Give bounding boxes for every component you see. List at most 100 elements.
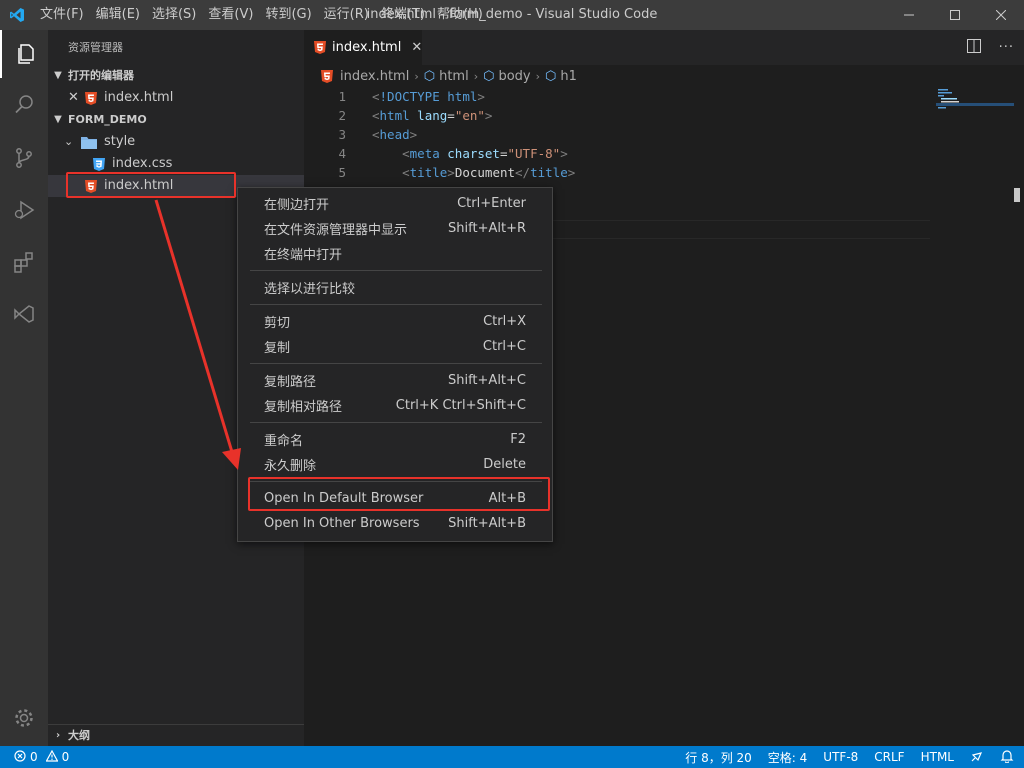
menu-go[interactable]: 转到(G): [259, 0, 317, 30]
problems-status[interactable]: 0 0: [14, 746, 69, 768]
breadcrumb-file[interactable]: index.html: [340, 69, 409, 84]
menu-item-delete[interactable]: 永久删除 Delete: [238, 452, 552, 477]
close-icon[interactable]: ✕: [68, 87, 82, 109]
tab-index-html[interactable]: index.html ✕: [304, 30, 422, 65]
breadcrumb: index.html › ⬡ html › ⬡ body › ⬡ h1: [320, 65, 577, 87]
chevron-right-icon: ›: [55, 730, 61, 741]
menu-terminal[interactable]: 终端(T): [375, 0, 431, 30]
search-icon: [15, 95, 33, 114]
gear-icon: [15, 709, 33, 727]
breadcrumb-html[interactable]: html: [439, 69, 469, 84]
minimize-button[interactable]: [886, 0, 932, 30]
menu-view[interactable]: 查看(V): [202, 0, 259, 30]
cursor-position[interactable]: 行 8，列 20: [685, 749, 752, 766]
menu-separator: [250, 304, 542, 305]
chevron-right-icon: ›: [414, 69, 419, 83]
html5-icon: [84, 91, 98, 105]
chevron-down-icon: ▼: [54, 70, 62, 81]
open-editor-item[interactable]: ✕ index.html: [48, 87, 304, 109]
menu-item-select-for-compare[interactable]: 选择以进行比较: [238, 275, 552, 300]
cube-icon: ⬡: [545, 68, 557, 84]
error-icon: [14, 749, 26, 765]
menu-item-open-other-browsers[interactable]: Open In Other Browsers Shift+Alt+B: [238, 511, 552, 536]
feedback-icon[interactable]: [970, 749, 984, 766]
search-button[interactable]: [0, 80, 48, 128]
window-controls: [886, 0, 1024, 30]
code-line: 5 <title>Document</title>: [338, 165, 576, 180]
breadcrumb-body[interactable]: body: [498, 69, 530, 84]
minimap[interactable]: [936, 87, 1014, 127]
maximize-icon: [950, 10, 960, 20]
activity-bar: [0, 30, 48, 746]
editor-actions: ···: [966, 30, 1014, 65]
chevron-right-icon: ›: [473, 69, 479, 83]
open-editor-label: index.html: [104, 90, 174, 105]
menu-selection[interactable]: 选择(S): [146, 0, 202, 30]
close-tab-icon[interactable]: ✕: [411, 40, 422, 55]
menu-help[interactable]: 帮助(H): [431, 0, 489, 30]
close-window-button[interactable]: [978, 0, 1024, 30]
code-line: 1 <!DOCTYPE html>: [338, 89, 485, 104]
open-editors-header[interactable]: ▼ 打开的编辑器: [48, 65, 304, 87]
line-ending[interactable]: CRLF: [874, 750, 904, 764]
open-editors-label: 打开的编辑器: [68, 69, 134, 82]
editor-tabs: index.html ✕ ···: [304, 30, 1024, 65]
outline-header[interactable]: › 大纲: [48, 724, 304, 746]
menu-item-open-in-terminal[interactable]: 在终端中打开: [238, 241, 552, 266]
explorer-title: 资源管理器: [68, 41, 123, 54]
code-line: 2 <html lang="en">: [338, 108, 493, 123]
explorer-icon: [18, 44, 34, 64]
warning-count: 0: [61, 750, 70, 764]
scrollbar-slider[interactable]: [1014, 188, 1020, 202]
menu-item-cut[interactable]: 剪切 Ctrl+X: [238, 309, 552, 334]
encoding[interactable]: UTF-8: [823, 750, 858, 764]
run-debug-icon: [14, 200, 35, 220]
breadcrumb-h1[interactable]: h1: [560, 69, 577, 84]
more-actions-icon[interactable]: ···: [999, 40, 1014, 55]
explorer-button[interactable]: [0, 30, 48, 78]
menu-item-open-to-side[interactable]: 在侧边打开 Ctrl+Enter: [238, 191, 552, 216]
remote-icon: [14, 305, 34, 323]
minimize-icon: [904, 14, 914, 16]
extensions-button[interactable]: [0, 238, 48, 286]
menu-separator: [250, 270, 542, 271]
html5-icon: [314, 41, 326, 55]
menu-bar: 文件(F) 编辑(E) 选择(S) 查看(V) 转到(G) 运行(R) 终端(T…: [34, 0, 489, 30]
chevron-down-icon: ⌄: [64, 135, 74, 148]
folder-style[interactable]: ⌄ style: [48, 131, 304, 153]
menu-item-reveal-in-explorer[interactable]: 在文件资源管理器中显示 Shift+Alt+R: [238, 216, 552, 241]
cube-icon: ⬡: [423, 68, 436, 84]
menu-edit[interactable]: 编辑(E): [90, 0, 146, 30]
code-line: 4 <meta charset="UTF-8">: [338, 146, 568, 161]
remote-explorer-button[interactable]: [0, 290, 48, 338]
menu-item-copy-path[interactable]: 复制路径 Shift+Alt+C: [238, 368, 552, 393]
source-control-button[interactable]: [0, 134, 48, 182]
menu-run[interactable]: 运行(R): [318, 0, 375, 30]
project-header[interactable]: ▼ FORM_DEMO: [48, 109, 304, 131]
tab-label: index.html: [332, 40, 402, 55]
split-editor-icon[interactable]: [966, 38, 981, 57]
folder-label: style: [104, 134, 136, 149]
folder-icon: [80, 135, 98, 149]
close-icon: [996, 10, 1006, 20]
indentation[interactable]: 空格: 4: [768, 749, 808, 766]
run-debug-button[interactable]: [0, 186, 48, 234]
menu-file[interactable]: 文件(F): [34, 0, 90, 30]
outline-label: 大纲: [68, 729, 90, 742]
manage-button[interactable]: [0, 694, 48, 742]
menu-item-copy[interactable]: 复制 Ctrl+C: [238, 334, 552, 359]
menu-item-copy-relative-path[interactable]: 复制相对路径 Ctrl+K Ctrl+Shift+C: [238, 393, 552, 418]
bell-icon[interactable]: [1000, 749, 1014, 766]
chevron-down-icon: ▼: [54, 114, 62, 125]
maximize-button[interactable]: [932, 0, 978, 30]
language-mode[interactable]: HTML: [921, 750, 954, 764]
status-right: 行 8，列 20 空格: 4 UTF-8 CRLF HTML: [685, 746, 1014, 768]
title-bar: 文件(F) 编辑(E) 选择(S) 查看(V) 转到(G) 运行(R) 终端(T…: [0, 0, 1024, 30]
vscode-logo-icon: [0, 0, 34, 30]
css3-icon: [92, 157, 106, 171]
menu-item-rename[interactable]: 重命名 F2: [238, 427, 552, 452]
error-count: 0: [30, 750, 38, 764]
highlight-box-file: [66, 172, 236, 198]
project-label: FORM_DEMO: [68, 113, 147, 126]
status-bar: 0 0 行 8，列 20 空格: 4 UTF-8 CRLF HTML: [0, 746, 1024, 768]
